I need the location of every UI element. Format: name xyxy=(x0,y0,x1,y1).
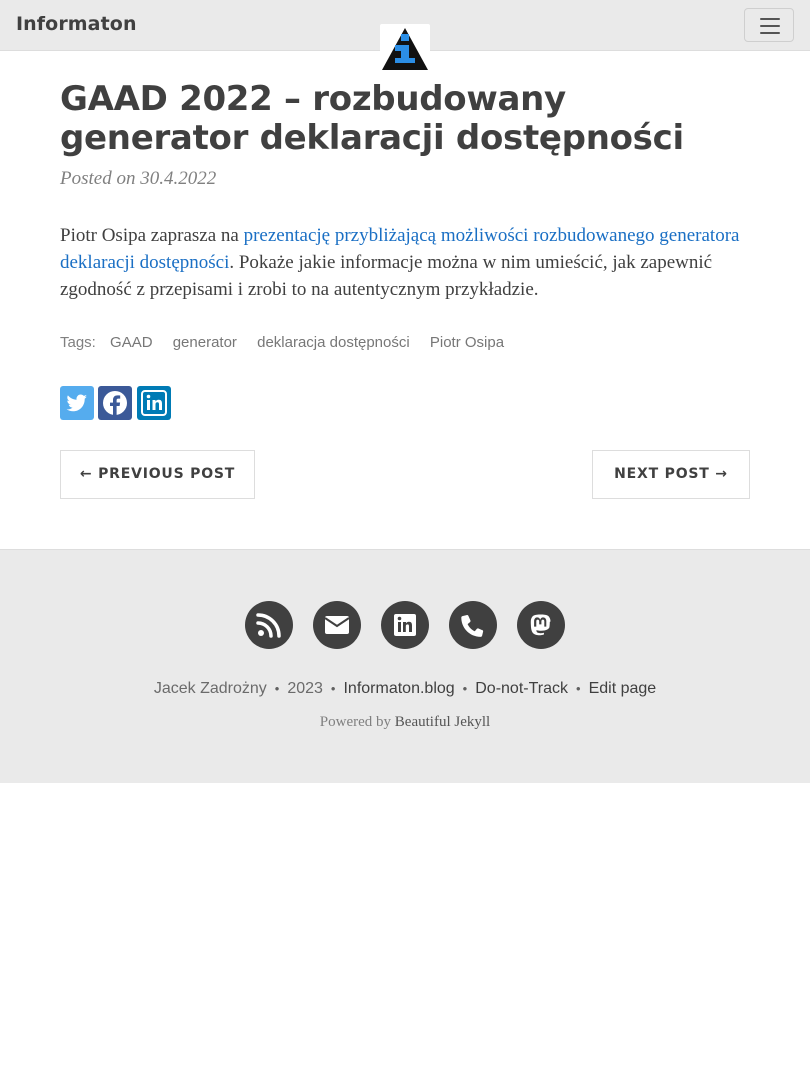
footer-separator: • xyxy=(274,681,280,696)
tags-label: Tags: xyxy=(60,334,96,351)
phone-link[interactable] xyxy=(449,601,497,649)
post-body: Piotr Osipa zaprasza na prezentację przy… xyxy=(60,222,760,303)
footer-dnt-link[interactable]: Do-not-Track xyxy=(475,680,568,697)
share-facebook-button[interactable] xyxy=(98,386,132,420)
powered-by-prefix: Powered by xyxy=(319,714,395,730)
hamburger-bar xyxy=(760,18,780,20)
previous-post-button[interactable]: ← Previous Post xyxy=(60,450,255,499)
phone-icon xyxy=(461,615,484,637)
footer-separator: • xyxy=(576,681,581,696)
linkedin-icon xyxy=(141,390,167,416)
linkedin-icon xyxy=(394,614,416,636)
footer-edit-page-link[interactable]: Edit page xyxy=(589,680,657,697)
envelope-icon xyxy=(324,616,350,634)
footer-credits: Jacek Zadrożny • 2023 • Informaton.blog • Do-n… xyxy=(0,680,810,698)
beautiful-jekyll-link[interactable]: Beautiful Jekyll xyxy=(395,714,490,730)
post-title: GAAD 2022 – rozbudowany generator deklar… xyxy=(60,79,684,158)
footer-site-link[interactable]: Informaton.blog xyxy=(343,680,454,697)
rss-icon xyxy=(256,613,281,638)
footer-separator: • xyxy=(462,681,468,696)
navbar: Informaton xyxy=(0,0,810,74)
twitter-icon xyxy=(66,394,87,412)
footer-author: Jacek Zadrożny xyxy=(153,680,267,697)
information-logo-icon xyxy=(382,28,428,70)
share-twitter-button[interactable] xyxy=(60,386,94,420)
tag-link[interactable]: GAAD xyxy=(110,334,153,351)
post-body-prefix: Piotr Osipa zaprasza na xyxy=(60,225,244,246)
facebook-icon xyxy=(103,391,127,415)
menu-toggle-button[interactable] xyxy=(744,8,794,42)
tag-link[interactable]: generator xyxy=(173,334,237,351)
email-link[interactable] xyxy=(313,601,361,649)
share-linkedin-button[interactable] xyxy=(137,386,171,420)
rss-link[interactable] xyxy=(245,601,293,649)
hamburger-bar xyxy=(760,32,780,34)
footer-separator: • xyxy=(330,681,336,696)
mastodon-icon xyxy=(530,614,551,636)
post-meta-date: Posted on 30.4.2022 xyxy=(60,168,217,189)
site-brand-link[interactable]: Informaton xyxy=(16,13,137,35)
tag-link[interactable]: deklaracja dostępności xyxy=(257,334,410,351)
linkedin-profile-link[interactable] xyxy=(381,601,429,649)
footer: Jacek Zadrożny • 2023 • Informaton.blog • Do-n… xyxy=(0,549,810,783)
hamburger-bar xyxy=(760,25,780,27)
tag-link[interactable]: Piotr Osipa xyxy=(430,334,504,351)
powered-by: Powered by Beautiful Jekyll xyxy=(0,714,810,731)
site-logo[interactable] xyxy=(380,24,430,74)
next-post-button[interactable]: Next Post → xyxy=(592,450,750,499)
mastodon-link[interactable] xyxy=(517,601,565,649)
footer-year: 2023 xyxy=(287,680,323,697)
post-tags: Tags: GAAD generator deklaracja dostępno… xyxy=(60,334,520,351)
